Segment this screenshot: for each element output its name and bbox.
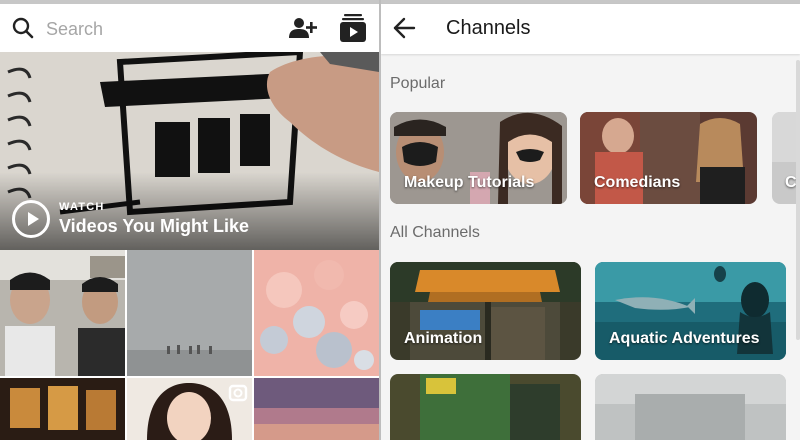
play-icon[interactable] (12, 200, 50, 238)
channel-label: Animation (404, 330, 483, 347)
grid-tile-storefront[interactable] (0, 378, 125, 440)
grid-tile-portrait[interactable] (127, 378, 252, 440)
hero-gradient (0, 172, 379, 250)
channel-label: Comedians (594, 174, 681, 191)
channel-card[interactable] (595, 374, 786, 440)
channels-screen: Channels Popular Makeup Tutorials Comedi… (381, 0, 800, 440)
search-bar (0, 4, 379, 52)
section-label-popular: Popular (390, 75, 446, 92)
grid-tile-selfie[interactable] (0, 250, 125, 376)
channel-card-makeup-tutorials[interactable]: Makeup Tutorials (390, 112, 567, 204)
grid-tile-spheres[interactable] (254, 250, 379, 376)
screen: WATCH Videos You Might Like (0, 0, 800, 440)
grid-tile-beach[interactable] (127, 250, 252, 376)
section-label-all-channels: All Channels (390, 224, 480, 241)
watch-videos-hero[interactable]: WATCH Videos You Might Like (0, 52, 379, 250)
channel-card[interactable] (390, 374, 581, 440)
channel-thumbnail (595, 374, 786, 440)
grid-tile-sunset[interactable] (254, 378, 379, 440)
channel-label: Aquatic Adventures (609, 330, 760, 347)
search-icon[interactable] (12, 17, 34, 39)
page-title: Channels (446, 17, 531, 39)
channel-thumbnail (390, 374, 581, 440)
igtv-icon[interactable] (340, 13, 366, 43)
channel-card-animation[interactable]: Animation (390, 262, 581, 360)
channel-card-aquatic-adventures[interactable]: Aquatic Adventures (595, 262, 786, 360)
hero-title: Videos You Might Like (59, 216, 250, 236)
channels-app-bar: Channels (381, 4, 800, 54)
explore-grid (0, 250, 379, 440)
hero-kicker: WATCH (59, 201, 105, 213)
channel-card-comedians[interactable]: Comedians (580, 112, 757, 204)
channel-label: Makeup Tutorials (404, 174, 535, 191)
scrollbar[interactable] (796, 60, 800, 340)
search-input[interactable] (46, 16, 246, 42)
add-person-icon[interactable] (289, 16, 317, 40)
explore-screen: WATCH Videos You Might Like (0, 0, 379, 440)
back-arrow-icon[interactable] (392, 17, 416, 39)
